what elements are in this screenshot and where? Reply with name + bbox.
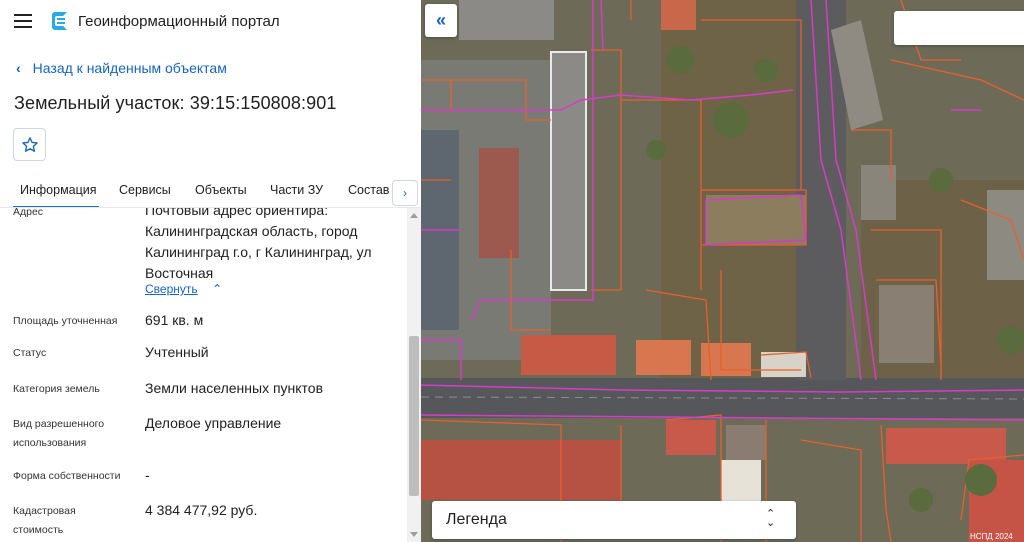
ownership-value: - — [145, 467, 150, 483]
map-building — [879, 285, 934, 363]
collapse-panel-button[interactable]: « — [425, 4, 457, 37]
app-title: Геоинформационный портал — [78, 13, 280, 30]
star-icon — [21, 136, 38, 152]
map-search-input[interactable] — [894, 11, 1024, 45]
back-to-results-link[interactable]: ‹ Назад к найденным объектам — [16, 60, 227, 76]
tab-label: Информация — [20, 183, 97, 197]
satellite-map[interactable] — [421, 0, 1024, 542]
map-building-roof — [421, 440, 621, 500]
collapse-link[interactable]: Свернуть — [145, 282, 198, 296]
collapse-control: Свернуть ⌃ — [145, 280, 222, 298]
detail-row-land-category: Категория земель Земли населенных пункто… — [0, 378, 407, 406]
portal-logo-icon — [52, 12, 67, 30]
map-view[interactable]: НСПД 2024 — [421, 0, 1024, 542]
land-category-value: Земли населенных пунктов — [145, 380, 324, 396]
land-category-label: Категория земель — [13, 383, 100, 395]
detail-row-permitted-use: Вид разрешенного использования Деловое у… — [0, 413, 407, 457]
favorite-button[interactable] — [13, 128, 46, 161]
map-building — [721, 460, 761, 502]
tab-bar: Информация Сервисы Объекты Части ЗУ Сост… — [0, 176, 421, 208]
chevron-up-icon[interactable]: ⌃ — [212, 282, 222, 296]
double-chevron-left-icon: « — [435, 10, 446, 30]
cadastral-cost-label: Кадастровая стоимость — [13, 505, 76, 536]
tab-objects[interactable]: Объекты — [195, 176, 247, 208]
tab-composition[interactable]: Состав — [348, 176, 389, 208]
scroll-up-icon[interactable] — [410, 213, 418, 218]
map-building-roof — [661, 0, 696, 30]
info-panel: Геоинформационный портал ‹ Назад к найде… — [0, 0, 421, 542]
chevron-right-icon: › — [403, 186, 407, 200]
tab-information[interactable]: Информация — [13, 176, 99, 208]
status-value: Учтенный — [145, 344, 209, 360]
detail-row-area: Площадь уточненная 691 кв. м — [0, 310, 407, 338]
map-building — [550, 51, 587, 291]
details-list: Адрес Почтовый адрес ориентира: Калининг… — [0, 208, 407, 542]
chevron-left-icon: ‹ — [16, 60, 21, 76]
hamburger-menu-icon[interactable] — [14, 14, 32, 28]
address-label: Адрес — [13, 208, 44, 218]
map-building-roof — [479, 148, 519, 258]
tab-parcel-parts[interactable]: Части ЗУ — [270, 176, 323, 208]
back-link-label: Назад к найденным объектам — [32, 60, 227, 76]
map-lot — [706, 195, 806, 245]
legend-label: Легенда — [446, 511, 507, 528]
status-label: Статус — [13, 347, 47, 359]
map-building — [987, 190, 1024, 280]
legend-dropdown[interactable]: Легенда ⌃ ⌄ — [432, 501, 796, 539]
header: Геоинформационный портал — [0, 0, 421, 44]
page-title: Земельный участок: 39:15:150808:901 — [14, 93, 337, 113]
expand-collapse-icon: ⌃ ⌄ — [766, 508, 776, 529]
ownership-label: Форма собственности — [13, 470, 121, 482]
detail-row-ownership: Форма собственности - — [0, 465, 407, 493]
cadastral-cost-value: 4 384 477,92 руб. — [145, 502, 258, 518]
tab-label: Объекты — [195, 183, 247, 197]
permitted-use-label: Вид разрешенного использования — [13, 418, 105, 449]
detail-row-address: Адрес Почтовый адрес ориентира: Калининг… — [0, 208, 407, 310]
map-building — [459, 0, 554, 40]
area-value: 691 кв. м — [145, 312, 204, 328]
detail-row-cadastral-cost: Кадастровая стоимость 4 384 477,92 руб. — [0, 500, 407, 542]
tabs-scroll-right-button[interactable]: › — [392, 180, 418, 206]
map-watermark: НСПД 2024 — [970, 532, 1013, 541]
map-building-roof — [636, 340, 691, 375]
tab-label: Состав — [348, 183, 390, 197]
permitted-use-value: Деловое управление — [145, 415, 282, 431]
scroll-thumb[interactable] — [409, 336, 419, 496]
map-building-roof — [666, 420, 716, 455]
map-building-roof — [521, 335, 616, 375]
map-building — [761, 352, 806, 377]
details-scrollbar[interactable] — [407, 208, 421, 542]
area-label: Площадь уточненная — [13, 315, 118, 327]
tab-services[interactable]: Сервисы — [119, 176, 171, 208]
tab-label: Части ЗУ — [270, 183, 324, 197]
map-building — [726, 425, 766, 460]
detail-row-status: Статус Учтенный — [0, 342, 407, 370]
address-value: Почтовый адрес ориентира: Калининградска… — [145, 208, 372, 281]
tab-label: Сервисы — [119, 183, 171, 197]
scroll-down-icon[interactable] — [410, 532, 418, 537]
